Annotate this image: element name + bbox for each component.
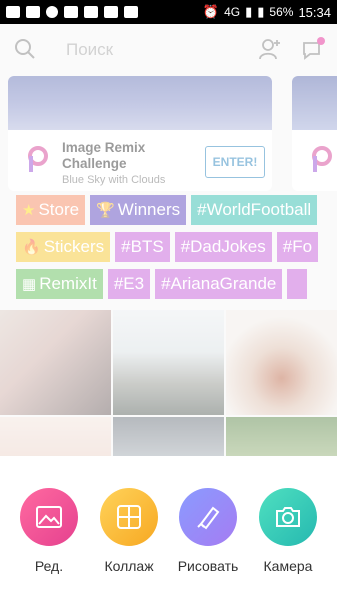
network-label: 4G <box>224 5 241 19</box>
tag-label: #BTS <box>121 237 164 256</box>
photo-tile[interactable] <box>226 417 337 457</box>
tag-label: Store <box>38 200 80 219</box>
challenge-image-next <box>292 76 337 130</box>
draw-action[interactable]: Рисовать <box>168 488 248 574</box>
edit-button[interactable] <box>20 488 78 546</box>
draw-button[interactable] <box>179 488 237 546</box>
challenge-image <box>8 76 272 130</box>
brush-icon <box>197 506 220 530</box>
camera-button[interactable] <box>259 488 317 546</box>
add-user-icon[interactable] <box>258 37 282 61</box>
alarm-icon: ⏰ <box>202 4 220 19</box>
tag-label: #Fo <box>282 237 313 256</box>
signal-icon: ▮ <box>245 4 253 19</box>
mail-icon <box>26 6 40 18</box>
tag-row: ★ Store 🏆 Winners #WorldFootball <box>16 195 337 225</box>
battery-icon: ▮ <box>257 4 265 19</box>
tag-more[interactable] <box>287 269 308 299</box>
photo-tile[interactable] <box>0 417 111 457</box>
battery-level: 56% <box>269 5 294 19</box>
camera-action[interactable]: Камера <box>248 488 328 574</box>
image-edit-icon <box>36 506 62 528</box>
tag-remixit[interactable]: ▦ RemixIt <box>16 269 103 299</box>
collage-button[interactable] <box>100 488 158 546</box>
youtube-icon-2 <box>104 6 118 18</box>
status-bar: ⏰ 4G ▮ ▮ 56% 15:34 <box>0 0 337 24</box>
notification-icons <box>6 6 138 18</box>
challenge-card-next[interactable] <box>292 76 337 191</box>
edit-action[interactable]: Ред. <box>9 488 89 574</box>
collage-label: Коллаж <box>104 558 154 574</box>
missed-call-icon <box>64 6 78 18</box>
youtube-icon <box>84 6 98 18</box>
tag-label: #E3 <box>113 274 145 293</box>
app-icon <box>124 6 138 18</box>
tag-label: Winners <box>117 200 181 219</box>
messages-icon[interactable] <box>301 37 325 61</box>
photo-tile[interactable] <box>0 310 111 415</box>
tag-row: ▦ RemixIt #E3 #ArianaGrande <box>16 269 337 299</box>
search-icon[interactable] <box>14 38 36 60</box>
notification-icon <box>6 6 20 18</box>
challenge-title: Image Remix Challenge <box>62 140 146 171</box>
tag-dadjokes[interactable]: #DadJokes <box>174 232 272 262</box>
tag-stickers[interactable]: 🔥 Stickers <box>16 232 111 262</box>
star-icon: ★ <box>22 202 36 219</box>
picsart-logo-icon <box>28 146 48 172</box>
tag-winners[interactable]: 🏆 Winners <box>90 195 187 225</box>
top-bar: Поиск <box>0 24 337 76</box>
tag-row: 🔥 Stickers #BTS #DadJokes #Fo <box>16 232 337 262</box>
tag-worldfootball[interactable]: #WorldFootball <box>191 195 318 225</box>
photo-tile[interactable] <box>113 310 224 415</box>
collage-grid-icon <box>117 505 141 529</box>
remix-icon: ▦ <box>22 276 37 293</box>
clock: 15:34 <box>298 4 331 20</box>
fire-icon: 🔥 <box>22 239 41 256</box>
tag-cloud: ★ Store 🏆 Winners #WorldFootball 🔥 Stickers… <box>16 195 337 306</box>
edit-label: Ред. <box>34 558 64 574</box>
create-bottom-sheet: Ред. Коллаж Рисовать Камера <box>0 456 337 600</box>
tag-store[interactable]: ★ Store <box>16 195 86 225</box>
search-input[interactable]: Поиск <box>66 40 113 60</box>
challenge-subtitle: Blue Sky with Clouds <box>62 174 166 186</box>
tag-label: RemixIt <box>39 274 97 293</box>
tag-label: #DadJokes <box>180 237 266 256</box>
draw-label: Рисовать <box>177 558 239 574</box>
ball-icon <box>46 6 58 18</box>
camera-label: Камера <box>263 558 313 574</box>
tag-e3[interactable]: #E3 <box>107 269 151 299</box>
tag-fo[interactable]: #Fo <box>276 232 319 262</box>
challenge-card[interactable]: Image Remix Challenge Blue Sky with Clou… <box>8 76 272 191</box>
photo-tile[interactable] <box>226 310 337 415</box>
picsart-logo-icon <box>312 146 332 172</box>
photo-tile[interactable] <box>113 417 224 457</box>
tag-label: Stickers <box>43 237 105 256</box>
enter-button[interactable]: ENTER! <box>205 146 265 178</box>
tag-arianagrande[interactable]: #ArianaGrande <box>155 269 283 299</box>
camera-icon <box>276 507 300 527</box>
tag-bts[interactable]: #BTS <box>115 232 170 262</box>
tag-label: #WorldFootball <box>197 200 312 219</box>
tag-label: #ArianaGrande <box>161 274 277 293</box>
trophy-icon: 🏆 <box>96 202 115 219</box>
collage-action[interactable]: Коллаж <box>89 488 169 574</box>
